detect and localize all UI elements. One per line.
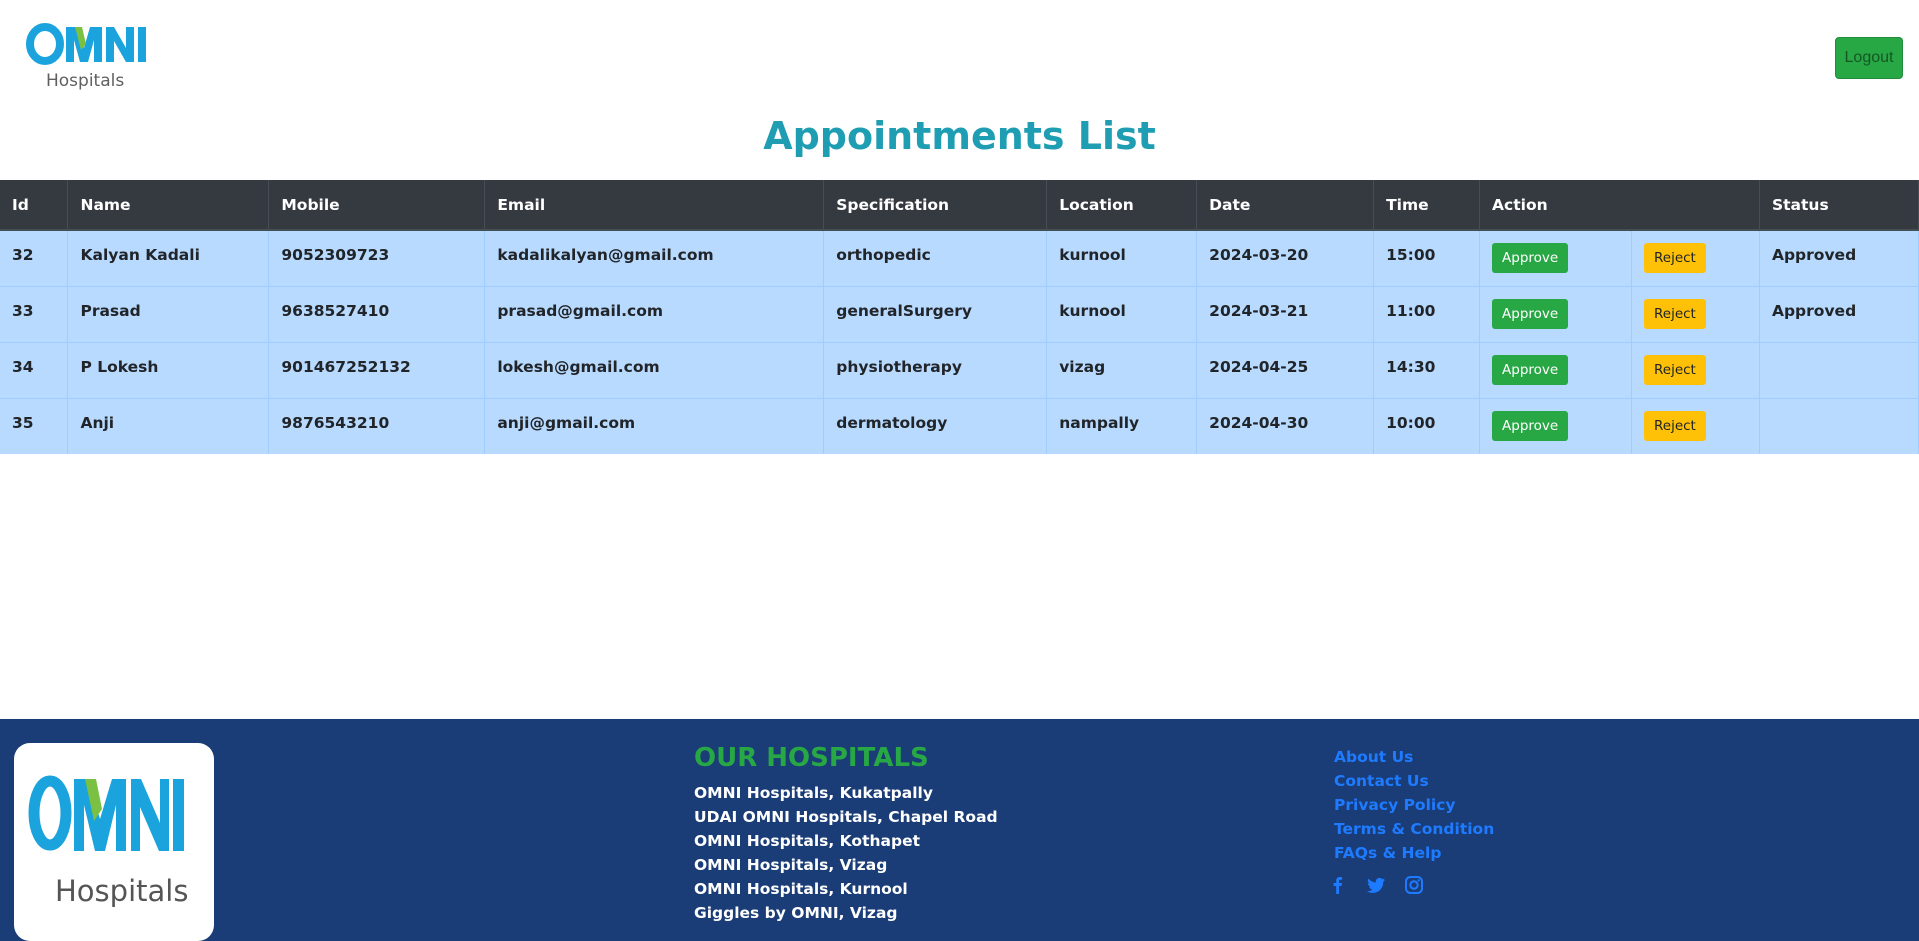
approve-button[interactable]: Approve [1492,299,1569,329]
cell-time: 14:30 [1373,341,1481,398]
cell-date: 2024-03-21 [1196,285,1375,342]
omni-logo-graphic: Hospitals [26,23,146,91]
appointments-table: Id Name Mobile Email Specification Locat… [0,180,1919,454]
page-title: Appointments List [763,114,1156,158]
page-header: Hospitals Logout [0,0,1919,110]
social-links [1328,875,1494,895]
approve-button[interactable]: Approve [1492,355,1569,385]
cell-approve: Approve [1479,285,1632,342]
reject-button[interactable]: Reject [1644,299,1706,329]
footer-links: About Us Contact Us Privacy Policy Terms… [1333,745,1494,895]
cell-reject: Reject [1631,341,1760,398]
logout-button[interactable]: Logout [1835,37,1903,79]
cell-approve: Approve [1479,341,1632,398]
column-header-action: Action [1479,180,1760,231]
table-header: Id Name Mobile Email Specification Locat… [0,180,1919,231]
twitter-icon[interactable] [1366,875,1386,895]
cell-mobile: 9638527410 [268,285,486,342]
omni-logo[interactable]: Hospitals [26,22,156,92]
faqs-help-link[interactable]: FAQs & Help [1334,841,1494,865]
hospital-item: UDAI OMNI Hospitals, Chapel Road [694,808,998,826]
cell-specification: generalSurgery [823,285,1048,342]
omni-footer-logo-graphic: Hospitals [28,775,188,908]
cell-location: kurnool [1046,229,1198,286]
cell-status: Approved [1759,229,1919,286]
hospitals-title: OUR HOSPITALS [694,743,929,773]
cell-date: 2024-04-30 [1196,397,1375,454]
cell-mobile: 901467252132 [268,341,486,398]
table-row: 33 Prasad 9638527410 prasad@gmail.com ge… [0,285,1919,342]
hospital-item: OMNI Hospitals, Kukatpally [694,784,933,802]
cell-email: kadalikalyan@gmail.com [484,229,825,286]
instagram-icon[interactable] [1404,875,1424,895]
cell-specification: orthopedic [823,229,1048,286]
hospital-item: OMNI Hospitals, Kurnool [694,880,908,898]
cell-id: 34 [0,341,69,398]
contact-us-link[interactable]: Contact Us [1334,769,1494,793]
column-header-time: Time [1373,180,1481,231]
column-header-specification: Specification [823,180,1048,231]
column-header-email: Email [484,180,825,231]
cell-email: lokesh@gmail.com [484,341,825,398]
reject-button[interactable]: Reject [1644,355,1706,385]
table-row: 35 Anji 9876543210 anji@gmail.com dermat… [0,397,1919,454]
cell-time: 10:00 [1373,397,1481,454]
cell-reject: Reject [1631,229,1760,286]
cell-date: 2024-03-20 [1196,229,1375,286]
cell-email: prasad@gmail.com [484,285,825,342]
column-header-id: Id [0,180,69,231]
cell-name: Kalyan Kadali [67,229,270,286]
svg-text:Hospitals: Hospitals [46,71,124,91]
hospital-item: Giggles by OMNI, Vizag [694,904,898,922]
svg-text:Hospitals: Hospitals [55,874,188,908]
cell-time: 11:00 [1373,285,1481,342]
cell-mobile: 9876543210 [268,397,486,454]
cell-name: P Lokesh [67,341,270,398]
cell-id: 32 [0,229,69,286]
cell-mobile: 9052309723 [268,229,486,286]
cell-specification: dermatology [823,397,1048,454]
hospitals-section: OUR HOSPITALS OMNI Hospitals, Kukatpally… [694,743,998,925]
column-header-date: Date [1196,180,1375,231]
cell-email: anji@gmail.com [484,397,825,454]
cell-location: kurnool [1046,285,1198,342]
cell-reject: Reject [1631,285,1760,342]
column-header-status: Status [1759,180,1919,231]
privacy-policy-link[interactable]: Privacy Policy [1334,793,1494,817]
terms-link[interactable]: Terms & Condition [1334,817,1494,841]
column-header-location: Location [1046,180,1198,231]
hospital-item: OMNI Hospitals, Vizag [694,856,888,874]
cell-id: 35 [0,397,69,454]
cell-location: vizag [1046,341,1198,398]
cell-name: Prasad [67,285,270,342]
cell-specification: physiotherapy [823,341,1048,398]
cell-id: 33 [0,285,69,342]
cell-name: Anji [67,397,270,454]
approve-button[interactable]: Approve [1492,243,1569,274]
reject-button[interactable]: Reject [1644,411,1706,442]
cell-status: Approved [1759,285,1919,342]
about-us-link[interactable]: About Us [1334,745,1494,769]
cell-time: 15:00 [1373,229,1481,286]
cell-reject: Reject [1631,397,1760,454]
reject-button[interactable]: Reject [1644,243,1706,274]
footer-logo: Hospitals [14,743,214,941]
facebook-icon[interactable] [1328,875,1348,895]
table-row: 32 Kalyan Kadali 9052309723 kadalikalyan… [0,229,1919,286]
column-header-mobile: Mobile [268,180,486,231]
table-row: 34 P Lokesh 901467252132 lokesh@gmail.co… [0,341,1919,398]
cell-status [1759,397,1919,454]
approve-button[interactable]: Approve [1492,411,1569,442]
cell-approve: Approve [1479,397,1632,454]
cell-location: nampally [1046,397,1198,454]
column-header-name: Name [67,180,270,231]
hospital-item: OMNI Hospitals, Kothapet [694,832,920,850]
cell-date: 2024-04-25 [1196,341,1375,398]
cell-status [1759,341,1919,398]
page-footer: Hospitals OUR HOSPITALS OMNI Hospitals, … [0,719,1919,941]
cell-approve: Approve [1479,229,1632,286]
